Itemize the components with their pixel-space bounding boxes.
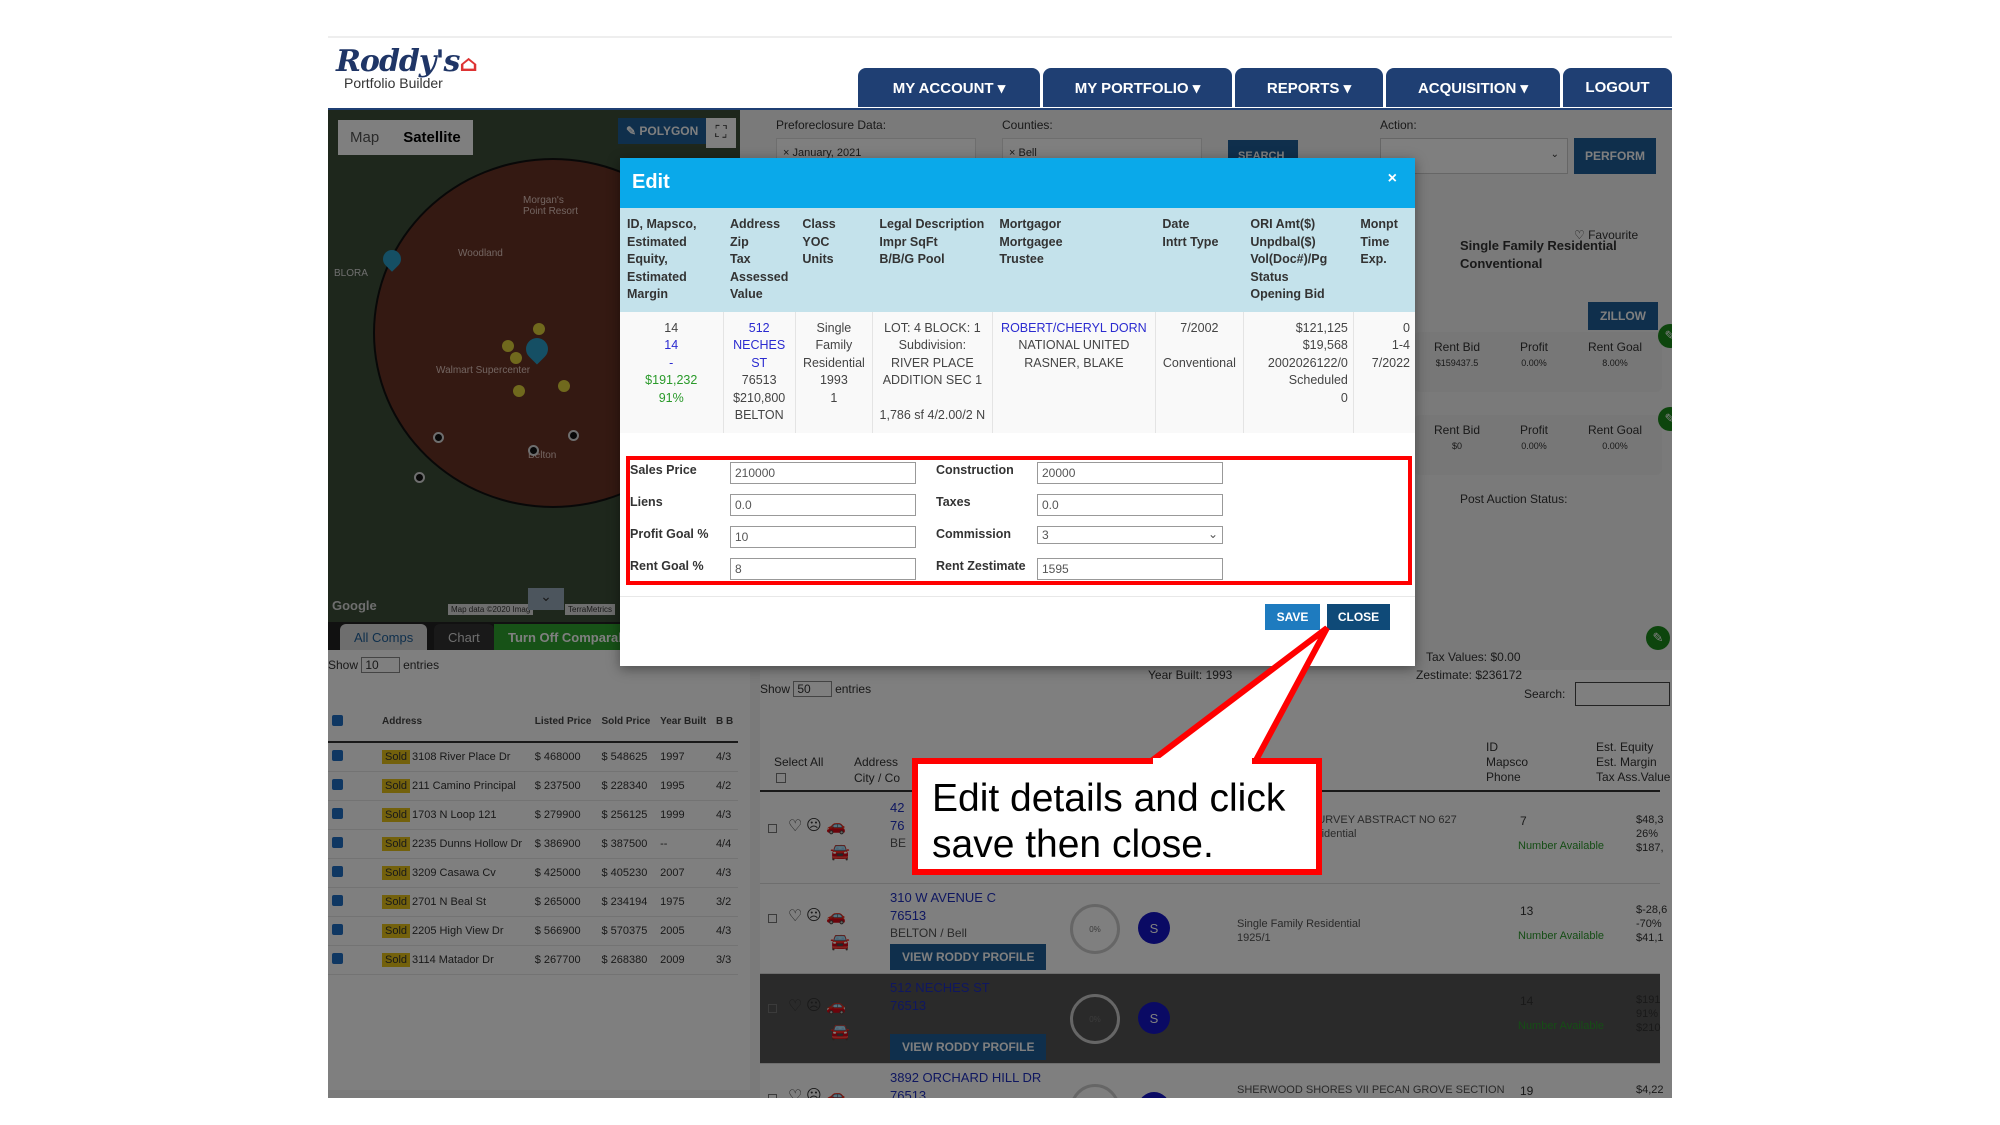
- callout-joint: [1153, 758, 1252, 766]
- instruction-callout: Edit details and click save then close.: [912, 758, 1322, 875]
- callout-pointer: [1141, 625, 1330, 765]
